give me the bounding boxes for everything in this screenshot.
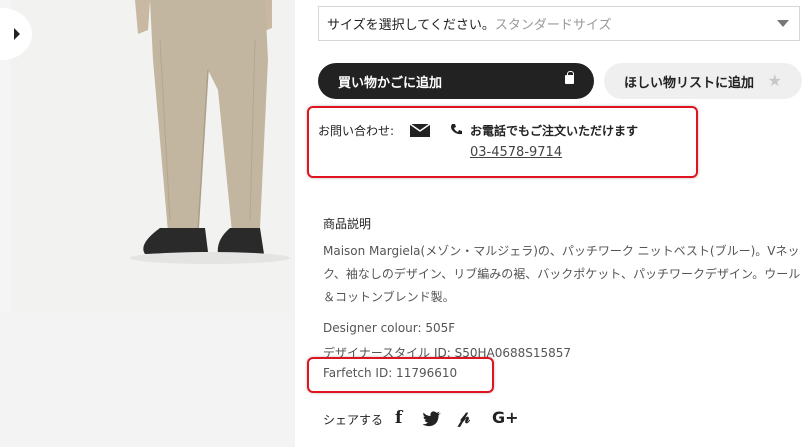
facebook-icon[interactable]: f: [395, 408, 402, 428]
product-image-panel: [0, 0, 295, 447]
image-panel-bottom: [0, 313, 295, 447]
phone-number-link[interactable]: 03-4578-9714: [470, 145, 562, 160]
size-select-label: サイズを選択してください。: [327, 18, 495, 33]
designer-colour: Designer colour: 505F: [323, 321, 456, 335]
phone-order-title: お電話でもご注文いただけます: [470, 124, 639, 138]
share-label: シェアする: [323, 413, 384, 427]
chevron-right-icon: [14, 28, 20, 40]
star-icon: ★: [767, 71, 782, 90]
contact-label: お問い合わせ:: [318, 124, 395, 138]
trousers-image: [10, 0, 295, 313]
size-select[interactable]: サイズを選択してください。 スタンダードサイズ: [318, 6, 800, 41]
twitter-icon[interactable]: [422, 410, 442, 428]
add-to-wishlist-label: ほしい物リストに追加: [624, 75, 755, 91]
mail-icon[interactable]: [410, 124, 430, 137]
product-photo: [10, 0, 295, 313]
product-description-title: 商品説明: [323, 217, 372, 231]
contact-highlight-box: [307, 106, 698, 178]
size-select-hint: スタンダードサイズ: [494, 18, 612, 33]
google-plus-icon[interactable]: G+: [492, 408, 519, 427]
add-to-wishlist-button[interactable]: ほしい物リストに追加 ★: [604, 63, 802, 99]
add-to-cart-button[interactable]: 買い物かごに追加: [318, 63, 594, 99]
shopping-bag-icon: [565, 71, 574, 84]
product-description-body: Maison Margiela(メゾン・マルジェラ)の、パッチワーク ニットベス…: [323, 244, 801, 304]
phone-icon: [451, 124, 462, 135]
farfetch-id: Farfetch ID: 11796610: [323, 366, 458, 380]
pinterest-icon[interactable]: 𝓅: [458, 408, 470, 428]
chevron-down-icon: [777, 20, 789, 27]
add-to-cart-label: 買い物かごに追加: [338, 75, 443, 91]
